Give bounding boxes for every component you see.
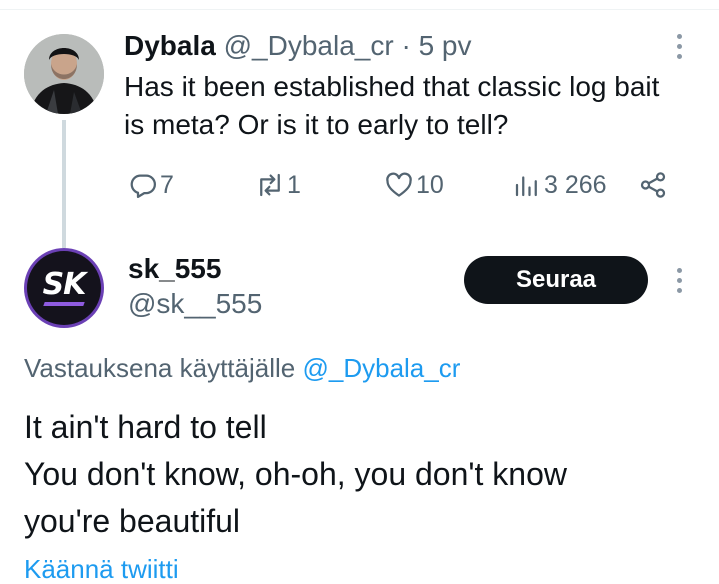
views-icon (515, 176, 537, 197)
reply-count: 7 (160, 171, 174, 199)
share-button[interactable] (638, 168, 668, 202)
tweet-time[interactable]: 5 pv (419, 30, 472, 61)
author-name[interactable]: Dybala (124, 30, 216, 61)
reply-text-line: You don't know, oh-oh, you don't know (24, 456, 567, 492)
tweet-text: Has it been established that classic log… (124, 71, 660, 140)
reply-text-line: you're beautiful (24, 503, 241, 539)
like-count: 10 (416, 171, 444, 199)
reply-button[interactable]: 7 (128, 168, 174, 202)
translate-link[interactable]: Käännä twiitti (24, 554, 179, 584)
avatar-logo-text: SK (42, 266, 87, 302)
avatar[interactable] (24, 34, 104, 114)
replying-to: Vastauksena käyttäjälle @_Dybala_cr (24, 350, 460, 386)
tweet-actions: 7 1 10 3 266 (0, 168, 719, 202)
reply-text-line: It ain't hard to tell (24, 409, 267, 445)
reply-text: It ain't hard to tell You don't know, oh… (24, 404, 704, 545)
more-icon[interactable] (674, 32, 684, 62)
reply-icon (130, 174, 156, 198)
reply-avatar[interactable]: SK (24, 248, 104, 328)
more-icon[interactable] (674, 266, 684, 296)
follow-button[interactable]: Seuraa (464, 256, 648, 304)
tweet-header: Dybala @_Dybala_cr · 5 pv (124, 28, 472, 64)
share-icon (640, 172, 666, 198)
reply-author-handle[interactable]: @sk__555 (128, 286, 262, 322)
like-button[interactable]: 10 (384, 168, 444, 202)
heart-icon (386, 172, 412, 197)
views-count: 3 266 (544, 171, 607, 199)
avatar-logo-bar (43, 301, 85, 306)
views-button[interactable]: 3 266 (512, 168, 607, 202)
author-handle[interactable]: @_Dybala_cr (224, 30, 394, 61)
replying-prefix: Vastauksena käyttäjälle (24, 353, 296, 383)
retweet-icon (260, 173, 280, 197)
reply-author-name[interactable]: sk_555 (128, 251, 221, 287)
retweet-count: 1 (287, 171, 301, 199)
top-divider (0, 9, 719, 10)
sk-logo: SK (27, 251, 101, 325)
retweet-button[interactable]: 1 (255, 168, 301, 202)
separator-dot: · (401, 30, 411, 61)
replying-to-link[interactable]: @_Dybala_cr (302, 353, 460, 383)
